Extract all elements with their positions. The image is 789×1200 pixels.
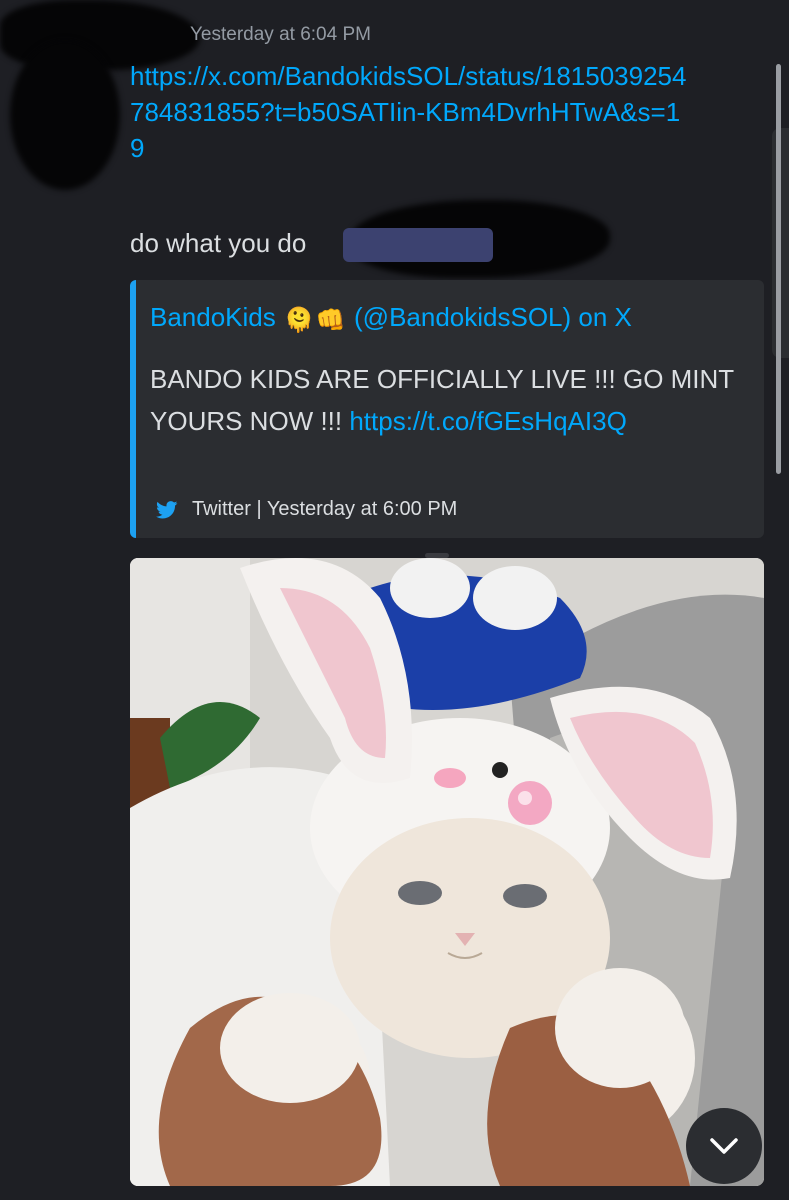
message-link[interactable]: https://x.com/BandokidsSOL/status/181503… <box>130 58 690 166</box>
embed-description-link[interactable]: https://t.co/fGEsHqAI3Q <box>349 406 626 436</box>
user-mention[interactable] <box>343 228 493 262</box>
message-timestamp: Yesterday at 6:04 PM <box>190 24 371 45</box>
fist-emoji: 👊 <box>315 307 346 334</box>
jump-to-present-button[interactable] <box>686 1108 762 1184</box>
link-embed: BandoKids 🫠👊 (@BandokidsSOL) on X BANDO … <box>130 280 764 538</box>
melting-face-emoji: 🫠 <box>284 307 314 334</box>
embed-title-suffix: (@BandokidsSOL) on X <box>354 302 632 332</box>
message-text: do what you do <box>130 228 307 258</box>
embed-title-prefix: BandoKids <box>150 302 276 332</box>
embed-description: BANDO KIDS ARE OFFICIALLY LIVE !!! GO MI… <box>150 358 740 442</box>
embed-image[interactable] <box>130 558 764 1186</box>
twitter-bird-icon <box>156 500 178 519</box>
cat-bunny-hat-image <box>130 558 764 1186</box>
redacted-username <box>10 40 120 190</box>
embed-footer: Twitter | Yesterday at 6:00 PM <box>156 498 457 521</box>
chevron-down-icon <box>710 1138 738 1154</box>
embed-footer-text: Twitter | Yesterday at 6:00 PM <box>192 498 458 520</box>
embed-title[interactable]: BandoKids 🫠👊 (@BandokidsSOL) on X <box>150 302 632 335</box>
scrollbar[interactable] <box>776 64 781 474</box>
